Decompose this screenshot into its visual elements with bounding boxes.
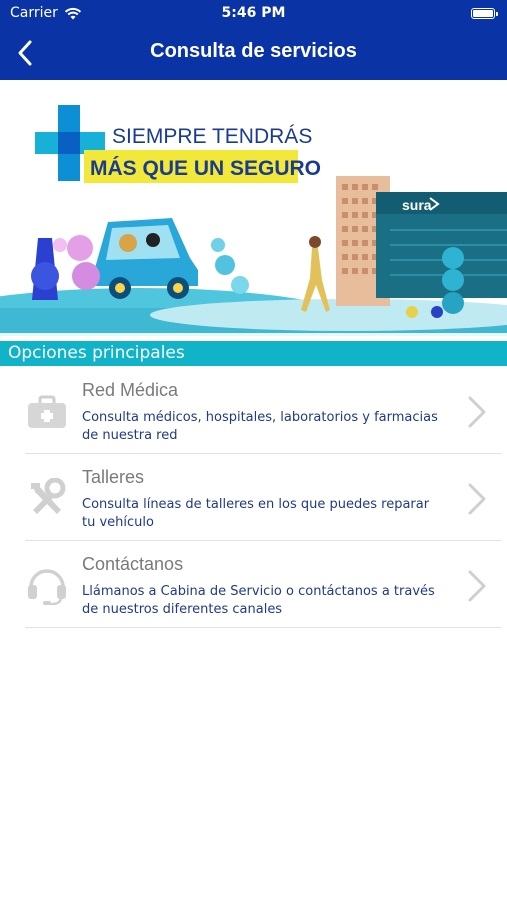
brand-logo: sura [402,197,432,213]
tools-icon [31,478,66,514]
briefcase-icon [28,395,66,428]
banner-line1: SIEMPRE TENDRÁS [112,125,312,148]
headset-icon [28,569,66,605]
banner-divider [0,333,507,336]
option-talleres[interactable]: Talleres Consulta líneas de talleres en … [25,454,501,541]
chevron-right-icon [468,570,486,602]
status-bar: Carrier 5:46 PM [0,0,507,28]
option-description: Consulta líneas de talleres en los que p… [82,497,430,530]
option-contactanos[interactable]: Contáctanos Llámanos a Cabina de Servici… [25,541,501,628]
navigation-bar: Consulta de servicios [0,28,507,80]
banner-line2: MÁS QUE UN SEGURO [90,157,321,180]
option-title: Talleres [82,467,145,487]
option-description: Consulta médicos, hospitales, laboratori… [82,410,438,443]
option-title: Red Médica [82,380,179,400]
option-red-medica[interactable]: Red Médica Consulta médicos, hospitales,… [25,367,501,454]
page-title: Consulta de servicios [150,40,357,62]
section-header: Opciones principales [0,341,507,366]
top-bar: Carrier 5:46 PM Consulta de servicios [0,0,507,80]
battery-icon [471,8,498,19]
status-time: 5:46 PM [221,5,286,21]
banner-illustration: SIEMPRE TENDRÁS MÁS QUE UN SEGURO sura [0,80,507,333]
chevron-right-icon [468,483,486,515]
option-description: Llámanos a Cabina de Servicio o contácta… [82,584,435,617]
chevron-right-icon [468,396,486,428]
promo-banner[interactable]: SIEMPRE TENDRÁS MÁS QUE UN SEGURO sura [0,80,507,333]
option-title: Contáctanos [82,554,184,574]
